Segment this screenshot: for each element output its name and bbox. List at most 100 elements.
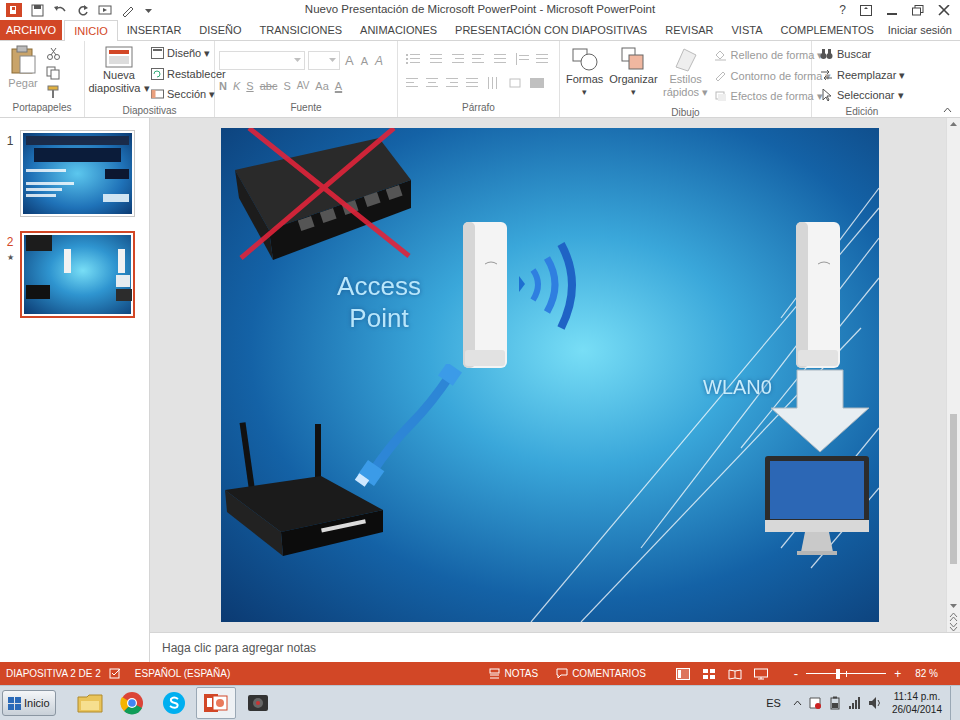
zoom-level[interactable]: 82 % <box>915 666 938 681</box>
clear-format-button[interactable]: A <box>373 52 385 70</box>
zoom-slider[interactable] <box>806 669 886 679</box>
recorder-app-icon <box>246 692 270 714</box>
wifi-signal-icon <box>513 238 583 334</box>
ribbon-tab[interactable]: VISTA <box>723 20 772 40</box>
zoom-out-button[interactable]: - <box>794 667 798 680</box>
scroll-up-icon[interactable] <box>949 118 958 130</box>
replace-button[interactable]: Reemplazar ▾ <box>820 67 912 84</box>
spelling-icon[interactable] <box>109 668 121 679</box>
redo-icon[interactable] <box>76 4 89 17</box>
slide-canvas[interactable]: Access Point <box>221 128 879 622</box>
show-hidden-icons-icon[interactable] <box>793 699 802 707</box>
language-indicator[interactable]: ESPAÑOL (ESPAÑA) <box>135 666 230 681</box>
grow-font-button[interactable]: A <box>343 51 356 71</box>
spacing-button[interactable]: AV <box>297 78 310 93</box>
ribbon-tab[interactable]: COMPLEMENTOS <box>771 20 882 40</box>
save-icon[interactable] <box>31 4 44 17</box>
taskbar-app[interactable] <box>238 687 278 719</box>
ribbon-tab[interactable]: DISEÑO <box>190 20 250 40</box>
ribbon-tab[interactable]: INICIO <box>64 20 118 41</box>
slide-sorter-icon[interactable] <box>702 668 716 680</box>
shrink-font-button[interactable]: A <box>359 53 370 70</box>
ribbon-tab[interactable]: ANIMACIONES <box>351 20 446 40</box>
customize-toolbar-icon[interactable] <box>144 6 153 15</box>
taskbar-app[interactable] <box>196 687 236 719</box>
zoom-thumb[interactable] <box>836 669 840 679</box>
list-indent-icon[interactable] <box>406 53 551 65</box>
select-button[interactable]: Seleccionar ▾ <box>820 87 912 104</box>
sign-in-link[interactable]: Iniciar sesión <box>888 20 960 40</box>
collapse-ribbon-icon[interactable] <box>943 107 952 113</box>
ribbon-tab[interactable]: REVISAR <box>656 20 722 40</box>
slide-thumbnail-row[interactable]: 2★ <box>0 231 149 318</box>
shape-format-button[interactable]: Efectos de forma ▾ <box>714 88 832 105</box>
network-icon[interactable] <box>848 696 862 710</box>
comments-toggle[interactable]: COMENTARIOS <box>556 666 646 681</box>
file-tab[interactable]: ARCHIVO <box>0 20 62 40</box>
group-label: Diapositivas <box>85 103 214 120</box>
notes-toggle[interactable]: NOTAS <box>489 666 538 681</box>
slide-thumbnail-row[interactable]: 1 <box>0 130 149 217</box>
restore-icon[interactable] <box>912 5 924 16</box>
taskbar-app[interactable] <box>112 687 152 719</box>
touch-mode-icon[interactable] <box>121 4 135 17</box>
powerpoint-logo-icon[interactable] <box>6 2 22 18</box>
shapes-button[interactable]: Formas ▾ <box>566 45 603 105</box>
close-icon[interactable] <box>938 5 950 16</box>
taskbar-app[interactable] <box>154 687 194 719</box>
alignment-icon[interactable] <box>406 77 551 89</box>
previous-slide-icon[interactable] <box>949 612 958 622</box>
clock[interactable]: 11:14 p.m. 26/04/2014 <box>892 690 942 716</box>
ribbon-tab[interactable]: INSERTAR <box>118 20 191 40</box>
format-painter-icon[interactable] <box>46 85 62 99</box>
start-button[interactable]: Inicio <box>2 690 56 716</box>
slideshow-icon[interactable] <box>754 668 768 680</box>
font-size-field[interactable] <box>308 51 340 70</box>
shadow-button[interactable]: S <box>283 78 290 95</box>
scroll-thumb[interactable] <box>950 414 957 564</box>
computer-monitor-icon <box>763 454 871 558</box>
slide-thumbnail[interactable] <box>20 130 135 217</box>
action-center-icon[interactable] <box>808 696 822 710</box>
cursor-icon <box>820 89 833 101</box>
next-slide-icon[interactable] <box>949 622 958 632</box>
font-name-field[interactable] <box>219 51 305 70</box>
help-button[interactable]: ? <box>839 1 846 19</box>
copy-icon[interactable] <box>46 66 62 80</box>
volume-icon[interactable] <box>868 696 882 710</box>
underline-button[interactable]: S <box>246 78 253 95</box>
ribbon-tab[interactable]: TRANSICIONES <box>251 20 352 40</box>
paste-button[interactable]: Pegar <box>6 45 40 100</box>
input-language[interactable]: ES <box>766 695 781 712</box>
battery-icon[interactable] <box>828 696 842 710</box>
minimize-icon[interactable] <box>886 5 898 16</box>
window-title: Nuevo Presentación de Microsoft PowerPoi… <box>175 1 785 18</box>
new-slide-button[interactable]: Nueva diapositiva ▾ <box>91 45 147 103</box>
shape-format-button[interactable]: Relleno de forma ▾ <box>714 47 832 64</box>
slide-thumbnail[interactable] <box>20 231 135 318</box>
bold-button[interactable]: N <box>219 78 227 95</box>
taskbar-app[interactable] <box>70 687 110 719</box>
quick-styles-button[interactable]: Estilos rápidos ▾ <box>664 45 708 105</box>
ribbon-display-options-icon[interactable] <box>860 5 872 16</box>
notes-pane[interactable]: Haga clic para agregar notas <box>150 632 960 662</box>
arrange-button[interactable]: Organizar ▾ <box>609 45 657 105</box>
vertical-scrollbar[interactable] <box>946 118 960 632</box>
strikethrough-button[interactable]: abc <box>260 78 278 95</box>
reading-view-icon[interactable] <box>728 668 742 680</box>
main-area: 12★ <box>0 118 960 662</box>
title-bar: Nuevo Presentación de Microsoft PowerPoi… <box>0 0 960 20</box>
find-button[interactable]: Buscar <box>820 46 912 63</box>
zoom-in-button[interactable]: + <box>894 668 901 680</box>
ribbon-tab[interactable]: PRESENTACIÓN CON DIAPOSITIVAS <box>446 20 656 40</box>
start-slideshow-icon[interactable] <box>98 4 112 17</box>
undo-icon[interactable] <box>53 4 67 17</box>
shape-format-button[interactable]: Contorno de forma ▾ <box>714 68 832 85</box>
scroll-down-icon[interactable] <box>949 600 958 612</box>
show-desktop-button[interactable] <box>950 686 958 720</box>
italic-button[interactable]: K <box>233 78 240 95</box>
normal-view-icon[interactable] <box>676 668 690 680</box>
change-case-button[interactable]: Aa <box>315 78 328 95</box>
cut-icon[interactable] <box>46 47 62 61</box>
font-color-button[interactable]: A <box>335 78 342 95</box>
